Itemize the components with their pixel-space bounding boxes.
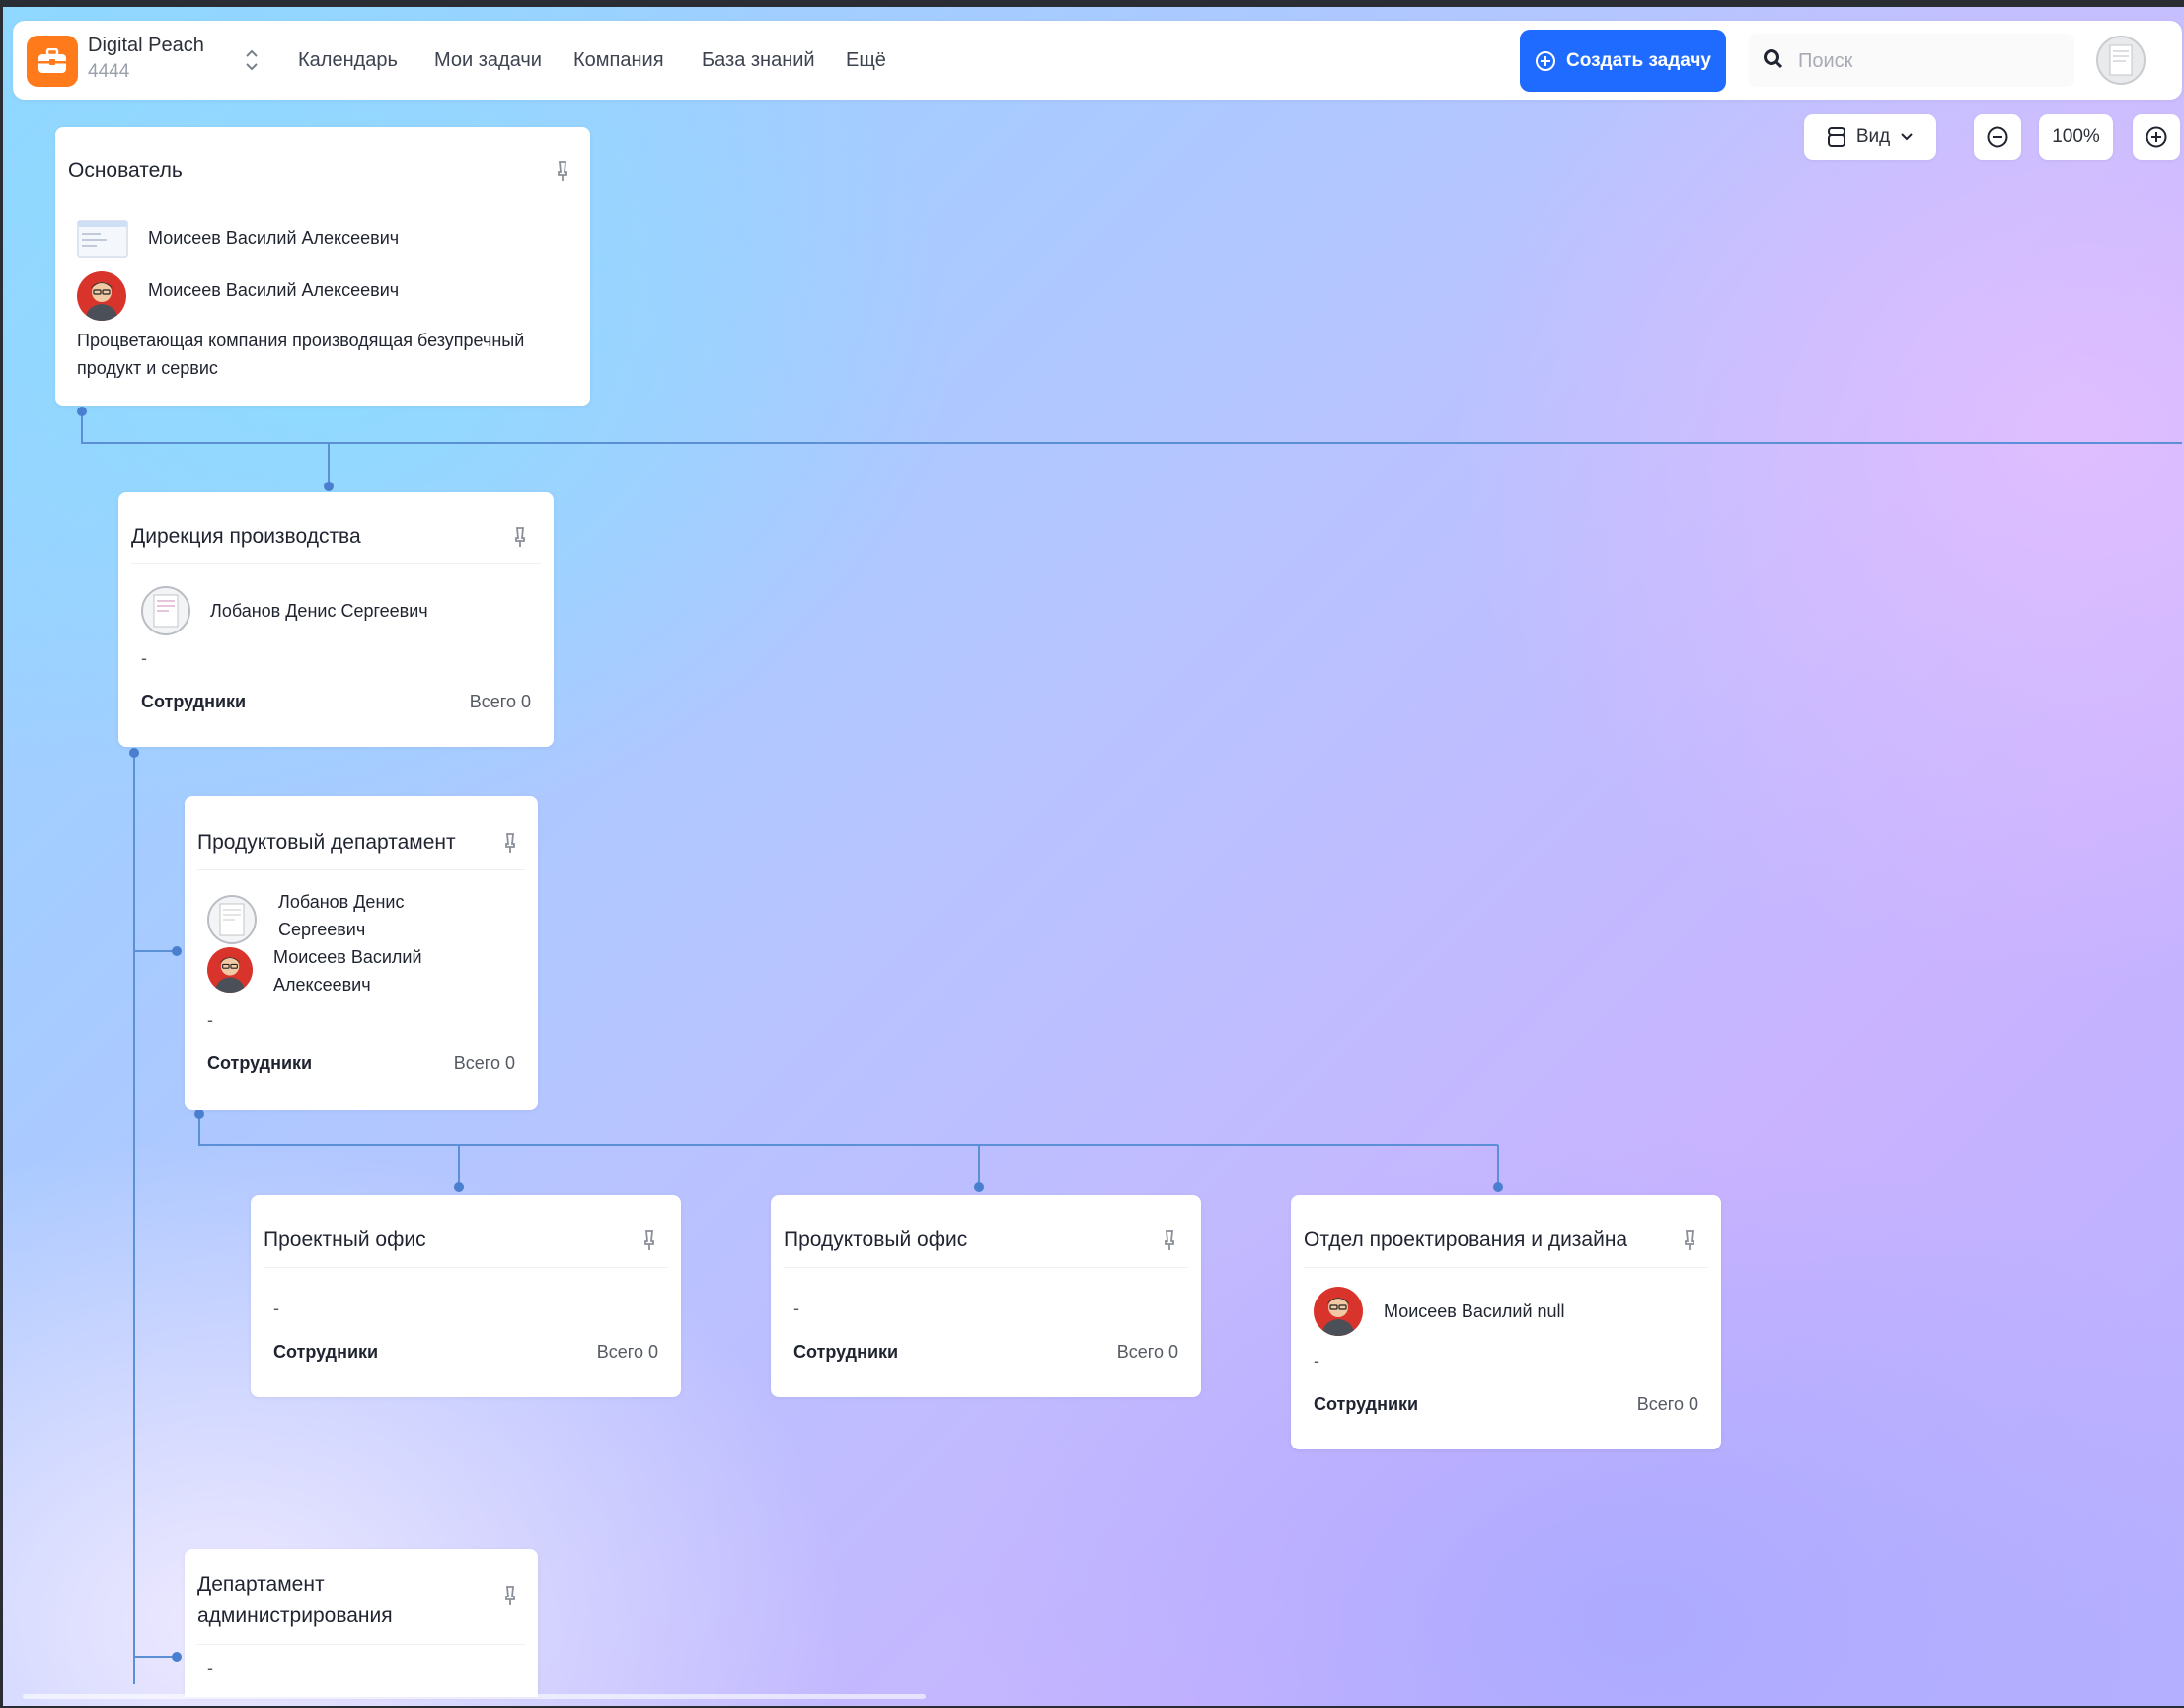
card-design-department[interactable]: Отдел проектирования и дизайна Моисеев В… [1291,1195,1721,1449]
card-title: Департамент администрирования [197,1573,393,1627]
employees-count: Всего 0 [1116,1342,1178,1362]
avatar [207,947,253,993]
plus-circle-icon [2146,126,2167,148]
nav-knowledge-base[interactable]: База знаний [702,49,815,72]
person-avatar-icon [1321,1298,1355,1336]
chevron-down-icon [1901,133,1913,141]
search-icon [1764,49,1783,69]
avatar [207,895,257,944]
card-title: Дирекция производства [131,525,361,548]
card-title: Основатель [68,159,183,182]
view-dropdown[interactable]: Вид [1804,114,1936,160]
briefcase-icon [38,48,66,73]
employees-count: Всего 0 [596,1342,658,1362]
pin-icon[interactable] [556,160,569,182]
company-description: Процветающая компания производящая безуп… [77,331,525,378]
card-description: - [793,1299,799,1318]
card-title: Проектный офис [264,1228,426,1251]
person-avatar-icon [214,957,246,993]
plus-circle-icon [1536,50,1556,71]
zoom-level: 100% [2039,114,2113,160]
employees-label: Сотрудники [273,1342,379,1362]
nav-my-tasks[interactable]: Мои задачи [434,49,542,72]
avatar [77,220,128,258]
employees-label: Сотрудники [141,692,247,711]
pin-icon[interactable] [513,526,527,548]
pin-icon[interactable] [642,1229,656,1251]
create-task-button[interactable]: Создать задачу [1520,30,1726,92]
card-founder[interactable]: Основатель Моисеев Василий Алексеевич Мо… [55,127,590,406]
org-chart-canvas[interactable]: Digital Peach 4444 Календарь Мои задачи … [3,7,2184,1706]
employees-count: Всего 0 [469,692,531,711]
card-title: Продуктовый департамент [197,831,456,854]
pin-icon[interactable] [503,832,517,854]
horizontal-scrollbar[interactable] [23,1694,926,1699]
document-icon [153,594,179,628]
search-input[interactable] [1796,34,2067,89]
avatar [141,586,190,635]
employees-label: Сотрудники [1314,1394,1419,1414]
card-divider [264,1267,668,1268]
card-project-office[interactable]: Проектный офис - Сотрудники Всего 0 [251,1195,681,1397]
card-admin-department[interactable]: Департамент администрирования - [185,1549,538,1697]
person-name: Лобанов Денис Сергеевич [210,601,428,621]
pin-icon[interactable] [503,1585,517,1606]
avatar [77,271,126,321]
card-description: - [273,1299,279,1318]
employees-count: Всего 0 [1636,1394,1698,1414]
person-name: Моисеев Василий null [1384,1301,1565,1321]
card-description: - [207,1658,213,1677]
top-navigation-bar: Digital Peach 4444 Календарь Мои задачи … [13,21,2182,100]
person-name: Моисеев Василий Алексеевич [273,947,422,995]
employees-label: Сотрудники [793,1342,899,1362]
person-name: Лобанов Денис Сергеевич [278,892,405,939]
employees-count: Всего 0 [453,1053,515,1073]
user-avatar[interactable] [2096,36,2146,85]
company-logo[interactable] [27,36,78,87]
card-title: Продуктовый офис [784,1228,968,1251]
card-divider [197,1644,525,1645]
card-description: - [207,1010,213,1030]
organization-id: 4444 [88,61,130,82]
create-task-label: Создать задачу [1566,49,1711,71]
card-product-department[interactable]: Продуктовый департамент Лобанов Денис Се… [185,796,538,1110]
person-name: Моисеев Василий Алексеевич [148,228,400,248]
organization-name[interactable]: Digital Peach [88,35,204,57]
employees-label: Сотрудники [207,1053,313,1073]
minus-circle-icon [1987,126,2008,148]
layers-icon [1827,127,1845,147]
nav-more[interactable]: Ещё [846,49,886,72]
person-name: Моисеев Василий Алексеевич [148,280,400,300]
zoom-in-button[interactable] [2133,114,2180,160]
card-title: Отдел проектирования и дизайна [1304,1228,1628,1251]
card-product-office[interactable]: Продуктовый офис - Сотрудники Всего 0 [771,1195,1201,1397]
pin-icon[interactable] [1683,1229,1696,1251]
card-divider [197,869,525,870]
pin-icon[interactable] [1163,1229,1176,1251]
card-divider [131,563,541,564]
card-description: - [1314,1351,1319,1371]
search-box [1749,34,2074,89]
zoom-out-button[interactable] [1974,114,2021,160]
card-description: - [141,648,147,668]
screenshot-thumbnail-icon [77,220,128,258]
person-avatar-icon [85,282,118,321]
document-icon [2109,44,2133,76]
avatar [1314,1287,1363,1336]
card-divider [784,1267,1188,1268]
card-divider [1304,1267,1708,1268]
nav-calendar[interactable]: Календарь [298,49,398,72]
chevron-updown-icon[interactable] [242,46,262,74]
nav-company[interactable]: Компания [573,49,664,72]
view-label: Вид [1855,126,1891,147]
document-icon [219,903,245,936]
card-production-directorate[interactable]: Дирекция производства Лобанов Денис Серг… [118,492,554,747]
